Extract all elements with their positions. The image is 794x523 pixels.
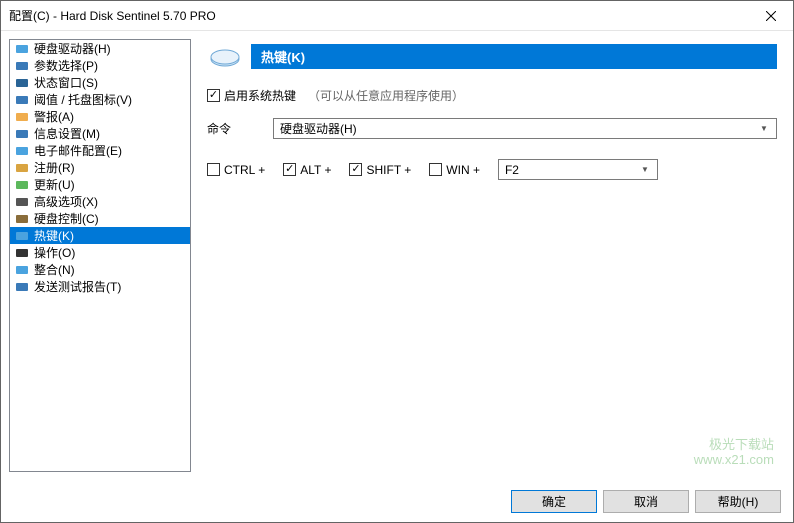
sidebar-item-icon bbox=[14, 75, 30, 91]
content-area: 硬盘驱动器(H)参数选择(P)状态窗口(S)阈值 / 托盘图标(V)警报(A)信… bbox=[1, 31, 793, 480]
config-window: 配置(C) - Hard Disk Sentinel 5.70 PRO 硬盘驱动… bbox=[0, 0, 794, 523]
modifier-row: CTRL + ALT + SHIFT + WIN + bbox=[207, 159, 777, 180]
alt-label: ALT + bbox=[300, 163, 331, 177]
panel-title: 热键(K) bbox=[251, 44, 777, 69]
titlebar: 配置(C) - Hard Disk Sentinel 5.70 PRO bbox=[1, 1, 793, 31]
win-checkbox[interactable]: WIN + bbox=[429, 163, 480, 177]
sidebar-item-icon bbox=[14, 262, 30, 278]
close-icon bbox=[766, 11, 776, 21]
sidebar-item-label: 发送测试报告(T) bbox=[34, 278, 121, 295]
sidebar-item-2[interactable]: 状态窗口(S) bbox=[10, 74, 190, 91]
sidebar-item-label: 注册(R) bbox=[34, 159, 75, 176]
command-dropdown[interactable]: 硬盘驱动器(H) ▼ bbox=[273, 118, 777, 139]
shift-check-icon bbox=[349, 163, 362, 176]
sidebar-item-icon bbox=[14, 143, 30, 159]
sidebar-item-icon bbox=[14, 177, 30, 193]
sidebar-item-icon bbox=[14, 41, 30, 57]
sidebar-item-icon bbox=[14, 194, 30, 210]
sidebar-item-3[interactable]: 阈值 / 托盘图标(V) bbox=[10, 91, 190, 108]
alt-checkbox[interactable]: ALT + bbox=[283, 163, 331, 177]
sidebar-item-label: 状态窗口(S) bbox=[34, 74, 98, 91]
enable-row: 启用系统热键 （可以从任意应用程序使用） bbox=[207, 87, 777, 104]
sidebar-item-label: 电子邮件配置(E) bbox=[34, 142, 122, 159]
win-check-icon bbox=[429, 163, 442, 176]
sidebar-item-1[interactable]: 参数选择(P) bbox=[10, 57, 190, 74]
command-label: 命令 bbox=[207, 120, 267, 137]
sidebar-item-icon bbox=[14, 245, 30, 261]
ctrl-check-icon bbox=[207, 163, 220, 176]
modifier-group: CTRL + ALT + SHIFT + WIN + bbox=[207, 159, 658, 180]
sidebar-item-icon bbox=[14, 126, 30, 142]
sidebar-item-14[interactable]: 发送测试报告(T) bbox=[10, 278, 190, 295]
sidebar-item-label: 高级选项(X) bbox=[34, 193, 98, 210]
sidebar-item-4[interactable]: 警报(A) bbox=[10, 108, 190, 125]
enable-hotkey-checkbox[interactable]: 启用系统热键 bbox=[207, 87, 296, 104]
hotkey-header-icon bbox=[207, 43, 243, 69]
sidebar-item-12[interactable]: 操作(O) bbox=[10, 244, 190, 261]
ctrl-label: CTRL + bbox=[224, 163, 265, 177]
enable-hotkey-label: 启用系统热键 bbox=[224, 87, 296, 104]
enable-hotkey-note: （可以从任意应用程序使用） bbox=[308, 87, 464, 104]
sidebar-item-6[interactable]: 电子邮件配置(E) bbox=[10, 142, 190, 159]
sidebar-item-label: 阈值 / 托盘图标(V) bbox=[34, 91, 132, 108]
sidebar-item-icon bbox=[14, 211, 30, 227]
window-title: 配置(C) - Hard Disk Sentinel 5.70 PRO bbox=[9, 7, 748, 24]
key-dropdown-value: F2 bbox=[505, 163, 637, 177]
sidebar-item-10[interactable]: 硬盘控制(C) bbox=[10, 210, 190, 227]
sidebar-item-icon bbox=[14, 109, 30, 125]
shift-checkbox[interactable]: SHIFT + bbox=[349, 163, 411, 177]
cancel-button[interactable]: 取消 bbox=[603, 490, 689, 513]
key-dropdown[interactable]: F2 ▼ bbox=[498, 159, 658, 180]
enable-hotkey-check-icon bbox=[207, 89, 220, 102]
sidebar-item-11[interactable]: 热键(K) bbox=[10, 227, 190, 244]
sidebar-item-label: 警报(A) bbox=[34, 108, 74, 125]
sidebar-item-9[interactable]: 高级选项(X) bbox=[10, 193, 190, 210]
sidebar-item-5[interactable]: 信息设置(M) bbox=[10, 125, 190, 142]
win-label: WIN + bbox=[446, 163, 480, 177]
panel-header: 热键(K) bbox=[207, 43, 777, 69]
command-dropdown-value: 硬盘驱动器(H) bbox=[280, 120, 756, 137]
shift-label: SHIFT + bbox=[366, 163, 411, 177]
ok-button[interactable]: 确定 bbox=[511, 490, 597, 513]
close-button[interactable] bbox=[748, 1, 793, 30]
sidebar-item-icon bbox=[14, 58, 30, 74]
command-row: 命令 硬盘驱动器(H) ▼ bbox=[207, 118, 777, 139]
chevron-down-icon: ▼ bbox=[756, 124, 772, 133]
sidebar-item-13[interactable]: 整合(N) bbox=[10, 261, 190, 278]
ctrl-checkbox[interactable]: CTRL + bbox=[207, 163, 265, 177]
sidebar-item-label: 热键(K) bbox=[34, 227, 74, 244]
sidebar-item-label: 整合(N) bbox=[34, 261, 75, 278]
sidebar-item-label: 硬盘驱动器(H) bbox=[34, 40, 111, 57]
sidebar-item-label: 信息设置(M) bbox=[34, 125, 100, 142]
sidebar-item-icon bbox=[14, 279, 30, 295]
sidebar-item-label: 更新(U) bbox=[34, 176, 75, 193]
alt-check-icon bbox=[283, 163, 296, 176]
sidebar-item-icon bbox=[14, 228, 30, 244]
sidebar-item-label: 硬盘控制(C) bbox=[34, 210, 99, 227]
sidebar: 硬盘驱动器(H)参数选择(P)状态窗口(S)阈值 / 托盘图标(V)警报(A)信… bbox=[9, 39, 191, 472]
help-button[interactable]: 帮助(H) bbox=[695, 490, 781, 513]
sidebar-item-icon bbox=[14, 160, 30, 176]
chevron-down-icon: ▼ bbox=[637, 165, 653, 174]
sidebar-item-7[interactable]: 注册(R) bbox=[10, 159, 190, 176]
sidebar-item-label: 操作(O) bbox=[34, 244, 75, 261]
sidebar-item-8[interactable]: 更新(U) bbox=[10, 176, 190, 193]
sidebar-item-label: 参数选择(P) bbox=[34, 57, 98, 74]
sidebar-item-0[interactable]: 硬盘驱动器(H) bbox=[10, 40, 190, 57]
sidebar-item-icon bbox=[14, 92, 30, 108]
footer: 确定 取消 帮助(H) bbox=[1, 480, 793, 522]
main-panel: 热键(K) 启用系统热键 （可以从任意应用程序使用） 命令 硬盘驱动器(H) ▼ bbox=[199, 39, 785, 472]
